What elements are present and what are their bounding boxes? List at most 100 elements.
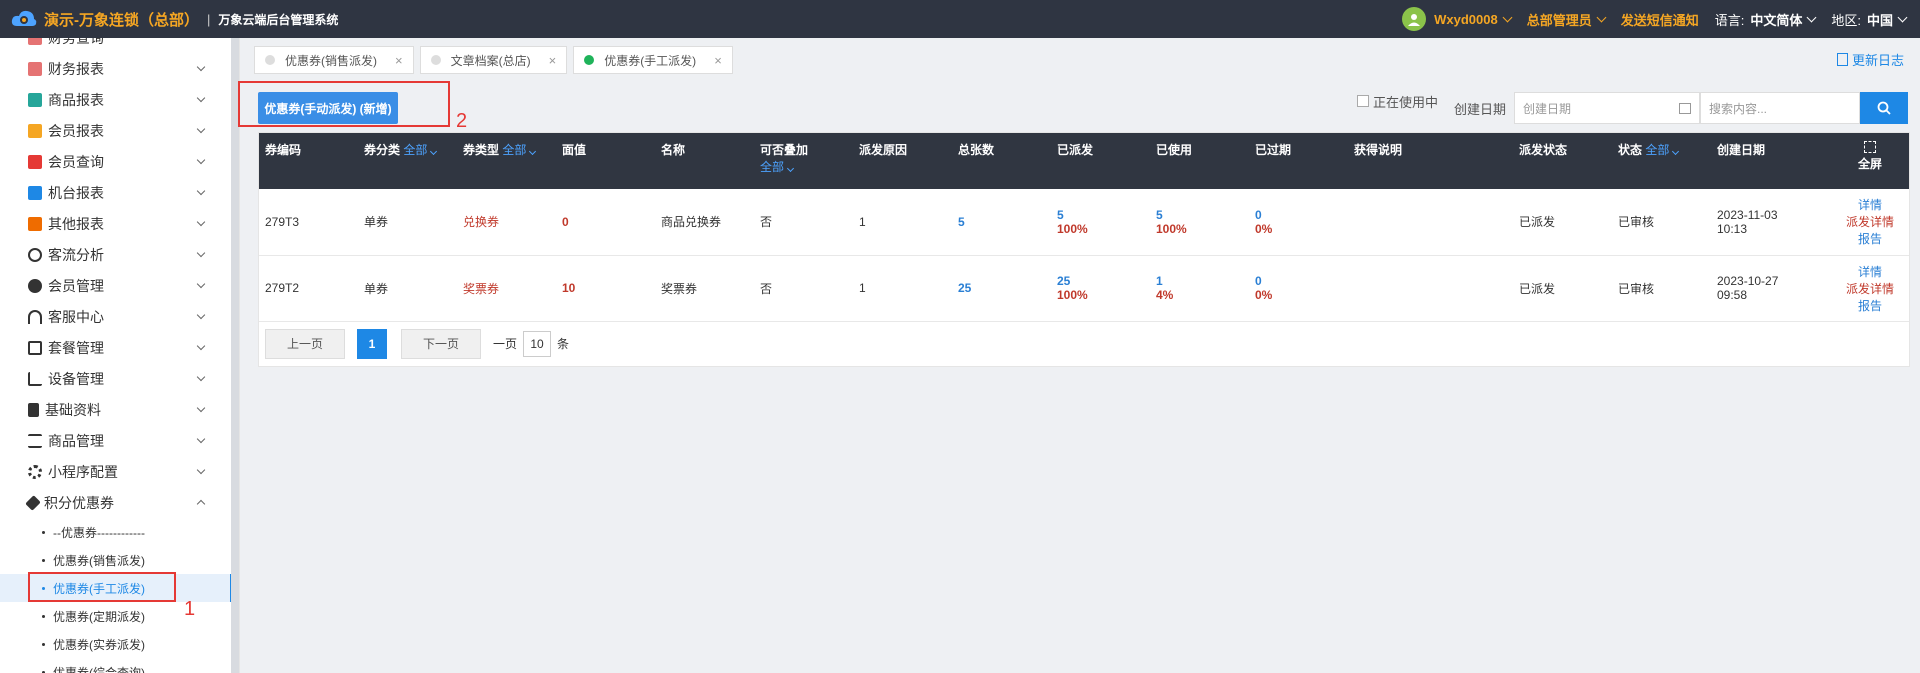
col-type[interactable]: 券类型 全部 [457, 133, 556, 189]
machine-icon [28, 185, 42, 200]
col-code: 券编码 [265, 143, 302, 157]
finance-icon [28, 38, 42, 45]
chevron-down-icon [1897, 12, 1908, 22]
close-icon[interactable]: × [714, 53, 722, 68]
sidebar-item-label: 会员管理 [48, 277, 104, 294]
system-name: 万象云端后台管理系统 [218, 12, 339, 27]
sidebar-item-member-report[interactable]: 会员报表 [0, 115, 232, 146]
detail-link[interactable]: 详情 [1837, 196, 1903, 213]
layers-icon [28, 216, 42, 231]
tab-coupon-sales[interactable]: 优惠券(销售派发) × [254, 46, 414, 74]
filter-bar: 正在使用中 创建日期 创建日期 搜索内容... [1356, 92, 1908, 124]
sidebar-item-traffic-analysis[interactable]: 客流分析 [0, 239, 232, 270]
region-menu[interactable]: 地区: 中国 [1831, 10, 1908, 29]
update-log-link[interactable]: 更新日志 [1836, 50, 1904, 69]
sidebar-item-goods-report[interactable]: 商品报表 [0, 84, 232, 115]
sidebar-item-points-coupon[interactable]: 积分优惠券 [0, 487, 232, 518]
col-category[interactable]: 券分类 全部 [358, 133, 457, 189]
chevron-down-icon [1502, 12, 1513, 22]
chevron-down-icon [196, 93, 206, 103]
sidebar-subitem-coupon-physical[interactable]: 优惠券(实券派发) [0, 630, 232, 658]
sidebar-item-device-manage[interactable]: 设备管理 [0, 363, 232, 394]
per-page-input[interactable]: 10 [523, 330, 552, 357]
user-menu[interactable]: Wxyd0008 [1402, 7, 1513, 31]
col-created: 创建日期 [1717, 143, 1766, 157]
tab-coupon-manual[interactable]: 优惠券(手工派发) × [573, 46, 733, 74]
highlight-box-1 [28, 572, 176, 602]
in-use-checkbox[interactable] [1356, 95, 1369, 107]
fullscreen-icon [1864, 141, 1876, 153]
detail-link[interactable]: 详情 [1837, 263, 1903, 280]
col-reason: 派发原因 [859, 143, 908, 157]
sidebar-subitem-coupon-query[interactable]: 优惠券(综合查询) [0, 658, 232, 673]
title-separator: | [207, 11, 211, 27]
col-face-value: 面值 [562, 143, 587, 157]
chevron-down-icon [196, 186, 206, 196]
close-icon[interactable]: × [549, 53, 557, 68]
sidebar-subitem-coupon-divider[interactable]: --优惠券------------ [0, 518, 232, 546]
sms-label: 发送短信通知 [1620, 12, 1699, 28]
brand-title: 演示-万象连锁（总部） [44, 11, 199, 29]
sidebar-subitem-coupon-periodic[interactable]: 优惠券(定期派发) [0, 602, 232, 630]
col-description: 获得说明 [1354, 143, 1403, 157]
chevron-up-icon [196, 499, 206, 509]
dist-detail-link[interactable]: 派发详情 [1837, 213, 1903, 230]
target-icon [28, 247, 42, 262]
chevron-down-icon [1596, 12, 1607, 22]
sidebar-item-miniapp-config[interactable]: 小程序配置 [0, 456, 232, 487]
role-menu[interactable]: 总部管理员 [1527, 10, 1607, 29]
annotation-number-1: 1 [184, 598, 196, 620]
sidebar-item-label: 客流分析 [48, 246, 104, 263]
annotation-number-2: 2 [456, 110, 468, 132]
sidebar-item-base-data[interactable]: 基础资料 [0, 394, 232, 425]
sms-link[interactable]: 发送短信通知 [1621, 10, 1699, 29]
language-menu[interactable]: 语言: 中文简体 [1715, 10, 1817, 29]
tab-article-archive[interactable]: 文章档案(总店) × [419, 46, 568, 74]
per-page-unit: 条 [557, 337, 570, 351]
tag-icon [25, 494, 41, 511]
tab-bar: 优惠券(销售派发) × 文章档案(总店) × 优惠券(手工派发) × [254, 46, 733, 74]
page-1-button[interactable]: 1 [357, 328, 387, 359]
report-link[interactable]: 报告 [1837, 230, 1903, 247]
sidebar-item-label: 财务查询 [48, 38, 104, 48]
close-icon[interactable]: × [395, 53, 403, 68]
date-input[interactable]: 创建日期 [1514, 92, 1700, 124]
report-link[interactable]: 报告 [1837, 297, 1903, 314]
pagination: 上一页 1 下一页 一页 10 条 [259, 322, 1909, 366]
chevron-down-icon [196, 341, 206, 351]
sidebar-item-goods-manage[interactable]: 商品管理 [0, 425, 232, 456]
sidebar-item-label: 会员查询 [48, 153, 104, 170]
sidebar-item-label: 商品报表 [48, 91, 104, 108]
file-icon [28, 402, 39, 417]
coupon-table: 券编码 券分类 全部 券类型 全部 面值 名称 可否叠加 全部 派发原因 总张数 … [258, 132, 1910, 367]
col-status[interactable]: 状态 全部 [1612, 133, 1711, 189]
document-icon [1836, 53, 1848, 66]
calendar-icon [1679, 103, 1691, 114]
region-value: 中国 [1866, 12, 1893, 28]
sidebar-item-finance-report[interactable]: 财务报表 [0, 53, 232, 84]
cloud-logo-icon [10, 5, 38, 33]
dist-detail-link[interactable]: 派发详情 [1837, 280, 1903, 297]
search-button[interactable] [1860, 92, 1908, 124]
sidebar-item-other-report[interactable]: 其他报表 [0, 208, 232, 239]
sidebar-item-finance-query[interactable]: 财务查询 [0, 38, 232, 53]
sidebar-item-label: 会员报表 [48, 122, 104, 139]
sidebar-subitem-coupon-sales[interactable]: 优惠券(销售派发) [0, 546, 232, 574]
sidebar-item-member-query[interactable]: 会员查询 [0, 146, 232, 177]
prev-page-button[interactable]: 上一页 [265, 328, 345, 359]
sidebar-item-package-manage[interactable]: 套餐管理 [0, 332, 232, 363]
tab-status-dot [265, 55, 275, 65]
col-stackable[interactable]: 可否叠加 全部 [754, 133, 853, 189]
search-input[interactable]: 搜索内容... [1700, 92, 1860, 124]
sidebar-item-member-manage[interactable]: 会员管理 [0, 270, 232, 301]
chevron-down-icon [1806, 12, 1817, 22]
sidebar-scrollbar[interactable] [231, 38, 239, 673]
chevron-down-icon [196, 217, 206, 227]
search-icon [1877, 101, 1891, 115]
sidebar-item-machine-report[interactable]: 机台报表 [0, 177, 232, 208]
sidebar-item-service-center[interactable]: 客服中心 [0, 301, 232, 332]
goods-icon [28, 92, 42, 107]
user-icon [28, 278, 42, 293]
fullscreen-button[interactable]: 全屏 [1831, 133, 1909, 189]
next-page-button[interactable]: 下一页 [401, 328, 481, 359]
